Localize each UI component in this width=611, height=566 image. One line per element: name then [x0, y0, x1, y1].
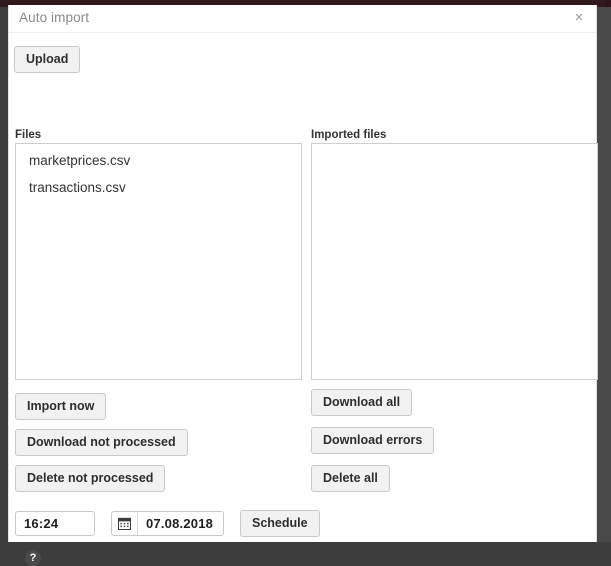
right-actions-group: Download all Download errors Delete all [311, 389, 435, 503]
schedule-row: 16:24 07.08.2018 Schedule [15, 510, 320, 537]
download-all-button[interactable]: Download all [311, 389, 413, 416]
download-errors-button[interactable]: Download errors [311, 427, 435, 454]
left-actions-group: Import now Download not processed Delete… [15, 393, 188, 501]
app-top-bar-right-edge [605, 0, 611, 7]
schedule-date-field[interactable]: 07.08.2018 [111, 511, 224, 536]
dialog-body: Upload Files Imported files marketprices… [9, 33, 598, 566]
imported-files-column-label: Imported files [311, 129, 387, 141]
upload-button[interactable]: Upload [14, 46, 81, 73]
schedule-button[interactable]: Schedule [240, 510, 320, 537]
schedule-time-value: 16:24 [24, 516, 59, 531]
delete-not-processed-button[interactable]: Delete not processed [15, 465, 166, 492]
schedule-time-field[interactable]: 16:24 [15, 511, 95, 536]
list-item[interactable]: marketprices.csv [16, 144, 301, 174]
dialog-title: Auto import [19, 10, 90, 25]
imported-files-list[interactable] [311, 143, 598, 380]
dialog-header: Auto import × [9, 5, 596, 33]
files-list[interactable]: marketprices.csv transactions.csv [15, 143, 302, 380]
download-not-processed-button[interactable]: Download not processed [15, 429, 188, 456]
auto-import-dialog: Auto import × Upload Files Imported file… [8, 5, 598, 566]
help-icon[interactable]: ? [25, 550, 41, 566]
import-now-button[interactable]: Import now [15, 393, 107, 420]
schedule-date-value: 07.08.2018 [146, 516, 214, 531]
page-root: Auto import × Upload Files Imported file… [0, 0, 611, 566]
schedule-button-container: Schedule [240, 510, 320, 537]
delete-all-button[interactable]: Delete all [311, 465, 390, 492]
close-icon[interactable]: × [571, 9, 587, 27]
upload-button-container: Upload [14, 46, 81, 73]
app-right-panel [597, 7, 611, 542]
app-sidebar [0, 7, 8, 542]
list-item[interactable]: transactions.csv [16, 174, 301, 201]
calendar-icon[interactable] [112, 512, 138, 535]
files-column-label: Files [15, 129, 42, 141]
